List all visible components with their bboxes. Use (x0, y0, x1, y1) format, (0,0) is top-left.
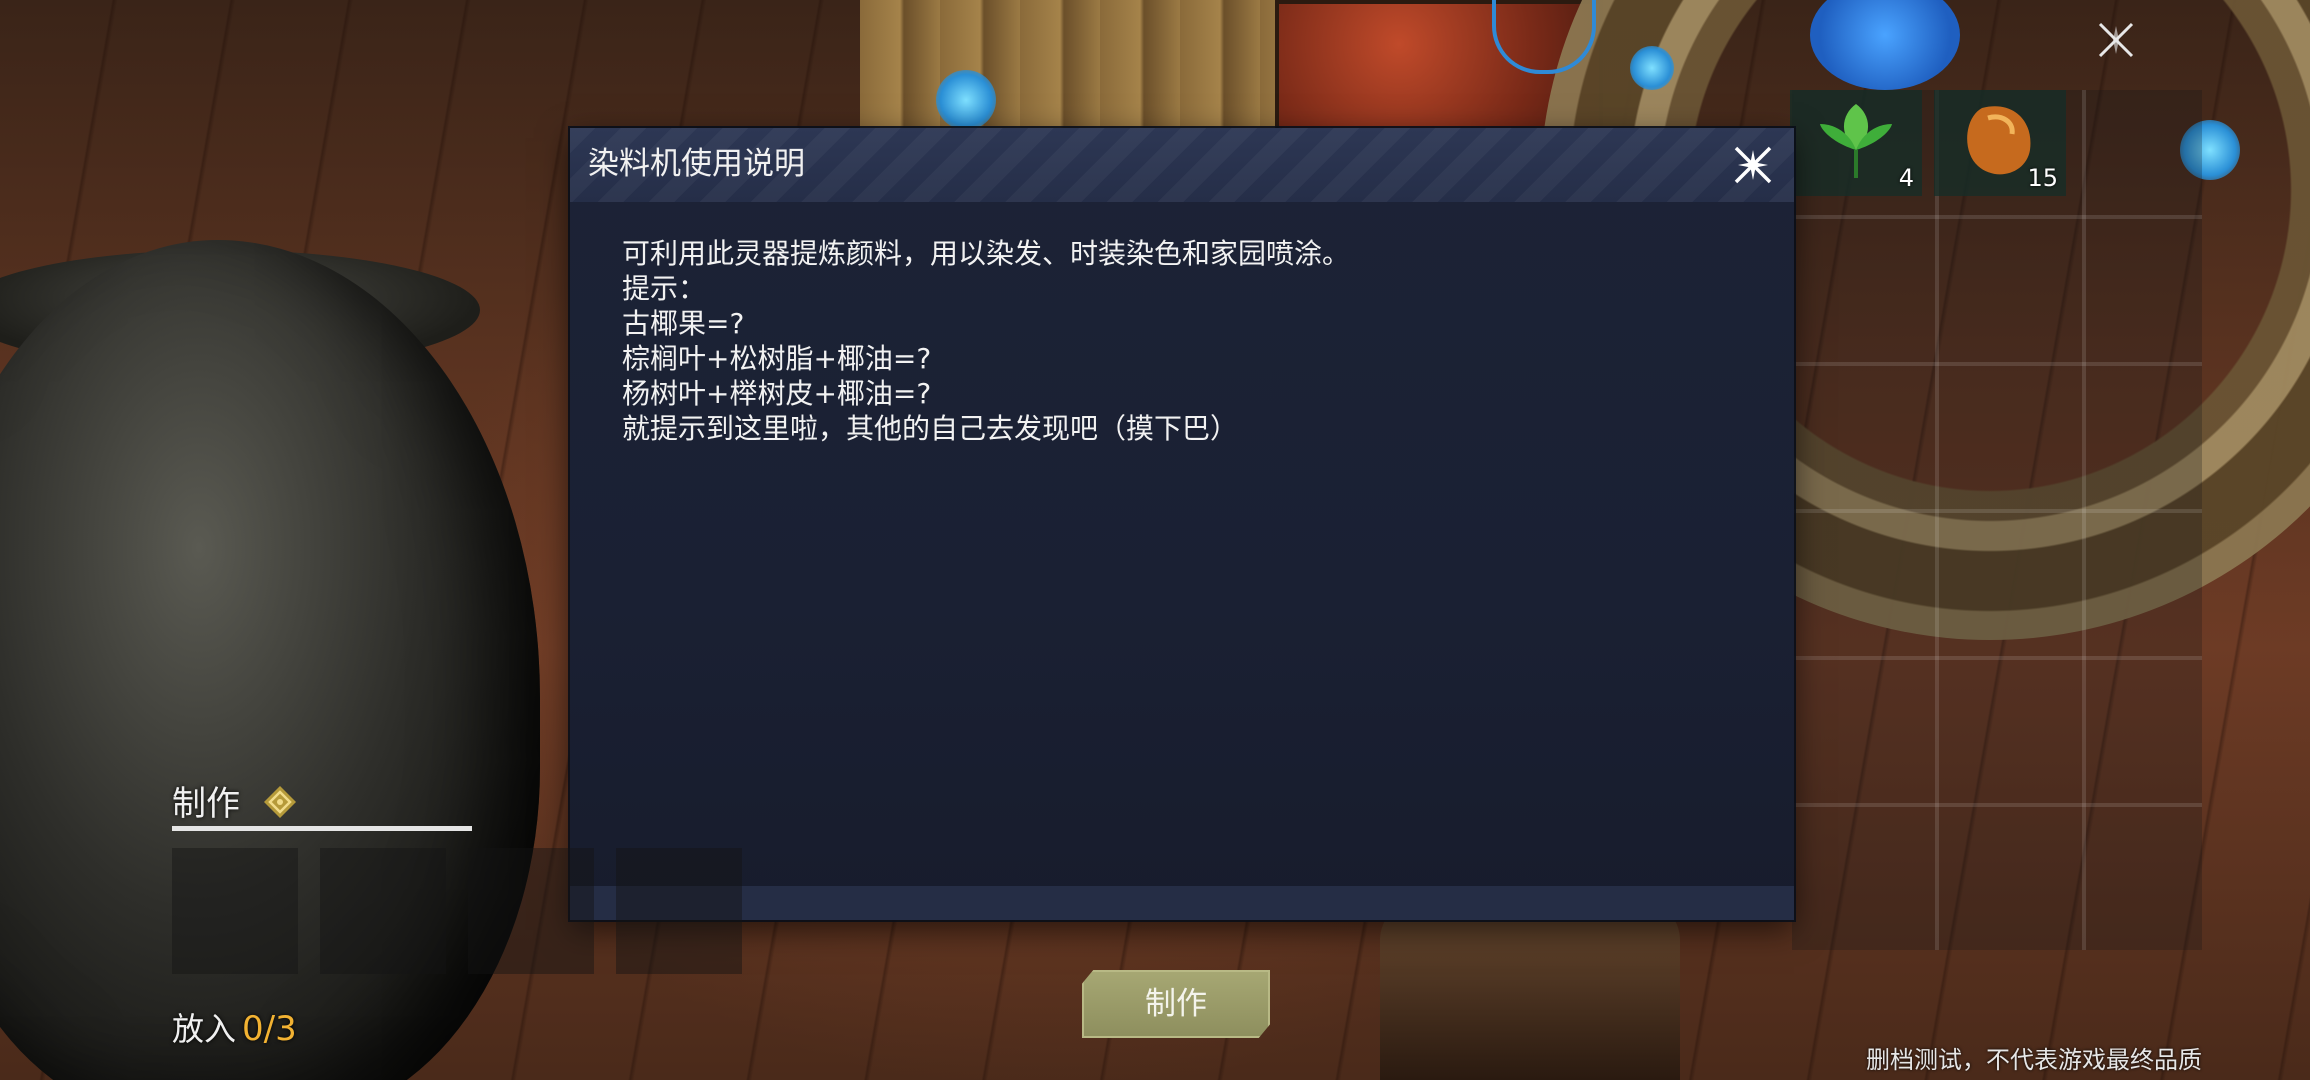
close-icon[interactable] (1728, 140, 1778, 190)
dialog-line: 古椰果=? (622, 307, 745, 340)
dye-machine-instructions-dialog: 染料机使用说明 可利用此灵器提炼颜料，用以染发、时装染色和家园喷涂。 提示： 古… (570, 128, 1794, 920)
craft-slot[interactable] (320, 848, 446, 974)
dialog-line: 可利用此灵器提炼颜料，用以染发、时装染色和家园喷涂。 (622, 237, 1351, 270)
wooden-shelves (860, 0, 1280, 136)
diamond-badge-icon[interactable] (262, 784, 298, 820)
dialog-footer (570, 886, 1794, 920)
craft-slot[interactable] (616, 848, 742, 974)
put-in-label: 放入 (172, 1010, 237, 1048)
dialog-header: 染料机使用说明 (570, 128, 1794, 202)
test-disclaimer: 删档测试，不代表游戏最终品质 (1866, 1046, 2202, 1074)
craft-divider (172, 826, 472, 831)
inventory-slot[interactable]: 4 (1790, 90, 1922, 196)
game-scene: 4 15 染料机使用说明 可利用此灵器提炼颜料，用以染发、时装染色和家园喷涂。 … (0, 0, 2310, 1080)
craft-slot[interactable] (468, 848, 594, 974)
put-in-count: 0/3 (242, 1009, 297, 1049)
inventory-grid (1792, 90, 2202, 950)
dialog-line: 棕榈叶+松树脂+椰油=? (622, 342, 932, 375)
item-count: 4 (1898, 164, 1914, 192)
glow-orb (936, 70, 996, 130)
make-button[interactable]: 制作 (1082, 970, 1270, 1038)
inventory-slot[interactable]: 15 (1934, 90, 2066, 196)
leaf-icon (1820, 104, 1892, 178)
dialog-title: 染料机使用说明 (588, 146, 805, 182)
dialog-line: 就提示到这里啦，其他的自己去发现吧（摸下巴） (622, 412, 1239, 445)
glow-orb (1630, 46, 1674, 90)
dialog-line: 提示： (622, 272, 707, 305)
item-count: 15 (2027, 164, 2058, 192)
dialog-body: 可利用此灵器提炼颜料，用以染发、时装染色和家园喷涂。 提示： 古椰果=? 棕榈叶… (622, 236, 1742, 446)
brazier (1380, 900, 1680, 1080)
put-in-counter: 放入 0/3 (172, 1004, 297, 1050)
craft-label: 制作 (172, 784, 240, 824)
craft-slot[interactable] (172, 848, 298, 974)
close-icon[interactable] (2094, 18, 2138, 62)
dialog-line: 杨树叶+榉树皮+椰油=? (622, 377, 932, 410)
